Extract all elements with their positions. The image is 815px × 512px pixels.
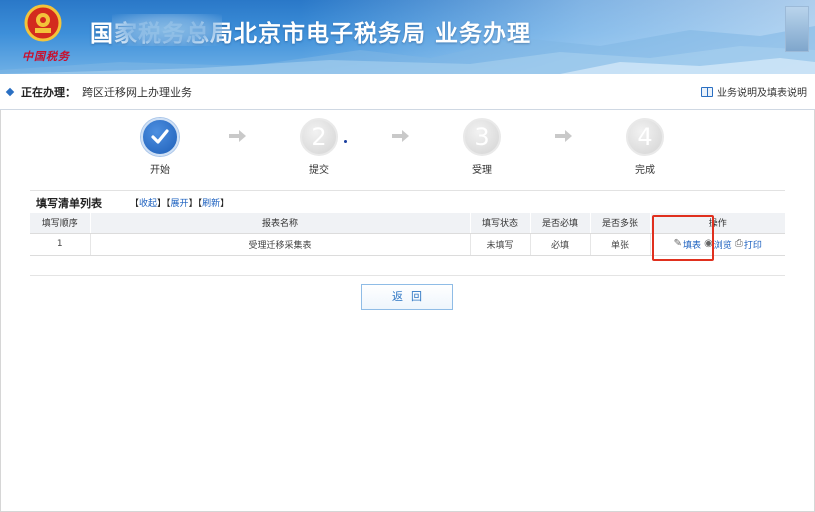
list-actions: 【收起】【展开】【刷新】: [130, 199, 230, 209]
pencil-icon: ✎: [673, 238, 683, 249]
cell-status: 未填写: [470, 233, 531, 256]
step-label: 受理: [472, 165, 492, 176]
cell-multi: 单张: [590, 233, 651, 256]
column-header: 填写顺序: [30, 213, 91, 234]
tax-emblem-icon: [24, 4, 62, 42]
browse-label[interactable]: 浏览: [714, 238, 732, 251]
cell-order: 1: [30, 233, 91, 256]
table-header-row: 填写顺序 报表名称 填写状态 是否必填 是否多张 操作: [30, 213, 785, 234]
emblem-caption: 中国税务: [22, 50, 70, 63]
current-task-label: 正在办理：: [21, 86, 76, 99]
column-header: 是否多张: [590, 213, 651, 234]
cell-operations: ✎ 填表 ◉ 浏览 ⎙ 打印: [650, 233, 785, 256]
column-header: 操作: [650, 213, 785, 234]
step-number: 4: [626, 118, 664, 156]
column-header: 填写状态: [470, 213, 531, 234]
step-label: 提交: [309, 165, 329, 176]
book-icon: [701, 86, 713, 97]
back-button[interactable]: 返回: [361, 284, 453, 310]
divider: [30, 275, 785, 276]
building-graphic: [785, 6, 809, 52]
expand-link[interactable]: 展开: [171, 199, 189, 209]
redaction-blur: [112, 14, 222, 46]
column-header: 是否必填: [530, 213, 591, 234]
eye-icon: ◉: [704, 238, 713, 249]
step-submit: 2 提交: [289, 118, 349, 176]
print-link[interactable]: ⎙ 打印: [735, 238, 762, 251]
refresh-link[interactable]: 刷新: [202, 199, 220, 209]
step-number: 2: [300, 118, 338, 156]
fill-form-link[interactable]: ✎ 填表: [674, 238, 701, 251]
list-header: 填写清单列表 【收起】【展开】【刷新】: [30, 190, 785, 212]
step-number: 3: [463, 118, 501, 156]
browse-link[interactable]: ◉ 浏览: [704, 238, 732, 251]
list-title: 填写清单列表: [36, 197, 102, 210]
form-list-table: 填写顺序 报表名称 填写状态 是否必填 是否多张 操作 1 受理迁移采集表 未填…: [30, 213, 785, 256]
current-task-value: 跨区迁移网上办理业务: [82, 86, 192, 99]
print-label[interactable]: 打印: [744, 238, 762, 251]
header-banner: 中国税务 国家税务总局北京市电子税务局 业务办理: [0, 0, 815, 74]
cell-required: 必填: [530, 233, 591, 256]
arrow-right-icon: [229, 130, 247, 142]
printer-icon: ⎙: [734, 238, 743, 249]
help-link[interactable]: 业务说明及填表说明: [701, 84, 807, 99]
checkmark-icon: [141, 118, 179, 156]
column-header: 报表名称: [90, 213, 471, 234]
fill-form-label[interactable]: 填表: [683, 238, 701, 251]
progress-steps: 开始 2 提交 3 受理 4 完成: [0, 118, 815, 178]
arrow-right-icon: [555, 130, 573, 142]
table-row: 1 受理迁移采集表 未填写 必填 单张 ✎ 填表 ◉ 浏览 ⎙ 打印: [30, 233, 785, 256]
step-label: 开始: [150, 165, 170, 176]
bullet-icon: [5, 87, 15, 97]
step-accept: 3 受理: [452, 118, 512, 176]
step-start: 开始: [130, 118, 190, 176]
cell-report-name: 受理迁移采集表: [90, 233, 471, 256]
help-link-label[interactable]: 业务说明及填表说明: [717, 84, 807, 99]
decorative-dot: [344, 140, 347, 143]
collapse-link[interactable]: 收起: [139, 199, 157, 209]
arrow-right-icon: [392, 130, 410, 142]
step-label: 完成: [635, 165, 655, 176]
status-bar: 正在办理： 跨区迁移网上办理业务 业务说明及填表说明: [0, 74, 815, 110]
step-complete: 4 完成: [615, 118, 675, 176]
